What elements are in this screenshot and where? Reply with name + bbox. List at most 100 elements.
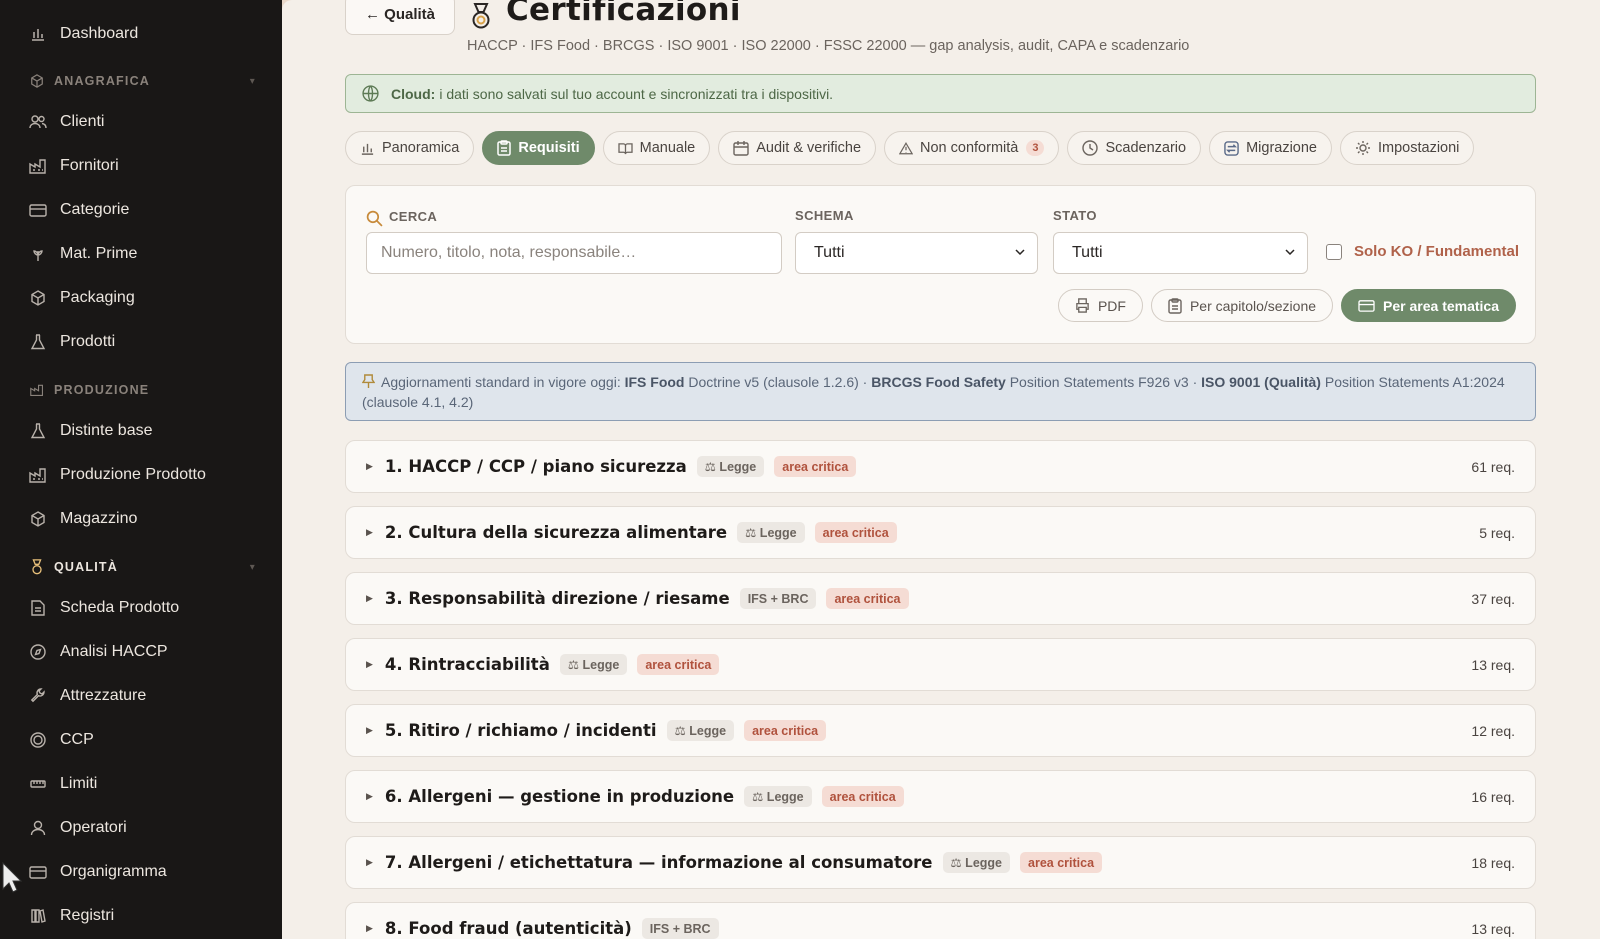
sidebar-item-ccp[interactable]: CCP xyxy=(28,726,94,754)
sidebar-item-label: Categorie xyxy=(60,201,130,218)
filter-panel: CERCA SCHEMA Tutti STATO Tutti Solo KO /… xyxy=(345,185,1536,344)
section-title: 7. Allergeni / etichettatura — informazi… xyxy=(384,853,933,872)
section-row[interactable]: ▶ 7. Allergeni / etichettatura — informa… xyxy=(345,836,1536,889)
sidebar-item-prodotti[interactable]: Prodotti xyxy=(28,328,115,356)
sidebar-item-organigramma[interactable]: Organigramma xyxy=(28,858,167,886)
tab-manuale[interactable]: Manuale xyxy=(602,131,711,165)
sidebar-item-attrezzature[interactable]: Attrezzature xyxy=(28,682,146,710)
sidebar-item-fornitori[interactable]: Fornitori xyxy=(28,152,119,180)
critical-tag: area critica xyxy=(1020,852,1103,873)
scope-tag: ⚖ Legge xyxy=(559,654,628,675)
section-row[interactable]: ▶ 2. Cultura della sicurezza alimentare … xyxy=(345,506,1536,559)
gear-icon xyxy=(1355,140,1371,156)
ruler-icon xyxy=(28,774,48,794)
critical-tag: area critica xyxy=(744,720,827,741)
book-icon xyxy=(617,142,633,155)
sidebar-item-dashboard[interactable]: Dashboard xyxy=(28,20,138,48)
sidebar-item-magazzino[interactable]: Magazzino xyxy=(28,505,137,533)
export-buttons: PDF Per capitolo/sezione Per area temati… xyxy=(1057,289,1516,322)
critical-tag: area critica xyxy=(826,588,909,609)
tab-label: Non conformità xyxy=(920,140,1019,156)
caret-right-icon[interactable]: ▶ xyxy=(366,461,373,472)
tab-impostazioni[interactable]: Impostazioni xyxy=(1340,131,1475,165)
sidebar-item-limiti[interactable]: Limiti xyxy=(28,770,97,798)
sidebar-item-label: Clienti xyxy=(60,113,105,130)
solo-ko-label: Solo KO / Fundamental xyxy=(1354,243,1520,260)
tab-non-conformita[interactable]: Non conformità 3 xyxy=(884,131,1060,165)
sidebar-item-clienti[interactable]: Clienti xyxy=(28,108,104,136)
caret-right-icon[interactable]: ▶ xyxy=(366,857,373,868)
notice-prefix: Aggiornamenti standard in vigore oggi: xyxy=(381,374,621,390)
sidebar-item-distinte-base[interactable]: Distinte base xyxy=(28,417,153,445)
sidebar-section-label: PRODUZIONE xyxy=(54,383,150,397)
sidebar-section-produzione[interactable]: PRODUZIONE xyxy=(28,379,256,401)
tab-label: Impostazioni xyxy=(1378,140,1460,156)
sidebar-item-mat-prime[interactable]: Mat. Prime xyxy=(28,240,137,268)
tab-audit[interactable]: Audit & verifiche xyxy=(718,131,877,165)
section-row[interactable]: ▶ 5. Ritiro / richiamo / incidenti ⚖ Leg… xyxy=(345,704,1536,757)
per-capitolo-button[interactable]: Per capitolo/sezione xyxy=(1150,289,1334,322)
sidebar-item-packaging[interactable]: Packaging xyxy=(28,284,135,312)
cloud-sync-banner: Cloud: i dati sono salvati sul tuo accou… xyxy=(345,74,1536,113)
sidebar-item-label: Operatori xyxy=(60,819,127,836)
solo-ko-checkbox[interactable]: Solo KO / Fundamental xyxy=(1326,243,1519,260)
chevron-down-icon: ▾ xyxy=(249,75,256,87)
search-label: CERCA xyxy=(366,206,437,227)
mouse-cursor-icon xyxy=(2,862,23,893)
section-title: 8. Food fraud (autenticità) xyxy=(384,919,632,938)
notice-brc-name: BRCGS Food Safety xyxy=(871,374,1006,390)
pdf-button[interactable]: PDF xyxy=(1057,289,1143,322)
globe-icon xyxy=(362,85,379,102)
users-icon xyxy=(28,112,48,132)
section-row[interactable]: ▶ 1. HACCP / CCP / piano sicurezza ⚖ Leg… xyxy=(345,440,1536,493)
caret-right-icon[interactable]: ▶ xyxy=(366,725,373,736)
critical-tag: area critica xyxy=(637,654,720,675)
sidebar-item-label: Registri xyxy=(60,907,115,924)
requirement-count: 18 req. xyxy=(1471,854,1515,871)
caret-right-icon[interactable]: ▶ xyxy=(366,527,373,538)
scope-tag: ⚖ Legge xyxy=(744,786,812,807)
sidebar-item-categorie[interactable]: Categorie xyxy=(28,196,129,224)
sidebar-item-produzione-prodotto[interactable]: Produzione Prodotto xyxy=(28,461,206,489)
wrench-icon xyxy=(28,686,48,706)
sidebar-section-label: QUALITÀ xyxy=(54,560,118,574)
per-capitolo-label: Per capitolo/sezione xyxy=(1189,297,1317,314)
schema-select[interactable]: Tutti xyxy=(795,232,1038,274)
checkbox-box[interactable] xyxy=(1326,243,1342,260)
section-row[interactable]: ▶ 6. Allergeni — gestione in produzione … xyxy=(345,770,1536,823)
caret-right-icon[interactable]: ▶ xyxy=(366,659,373,670)
notice-iso-name: ISO 9001 (Qualità) xyxy=(1201,374,1321,390)
notice-ifs-name: IFS Food xyxy=(624,374,685,390)
sidebar-item-operatori[interactable]: Operatori xyxy=(28,814,127,842)
section-title: 3. Responsabilità direzione / riesame xyxy=(384,589,730,608)
search-input[interactable] xyxy=(366,232,782,274)
stato-select[interactable]: Tutti xyxy=(1053,232,1308,274)
sidebar-item-scheda-prodotto[interactable]: Scheda Prodotto xyxy=(28,594,179,622)
sidebar-section-qualita[interactable]: QUALITÀ ▾ xyxy=(28,556,256,578)
section-row[interactable]: ▶ 3. Responsabilità direzione / riesame … xyxy=(345,572,1536,625)
tab-migrazione[interactable]: Migrazione xyxy=(1209,131,1332,165)
notice-ifs-text: Doctrine v5 (clausole 1.2.6) · xyxy=(688,374,868,390)
bar-chart-icon xyxy=(360,141,375,156)
scope-tag: ⚖ Legge xyxy=(942,852,1010,873)
tab-scadenzario[interactable]: Scadenzario xyxy=(1067,131,1202,165)
caret-right-icon[interactable]: ▶ xyxy=(366,923,373,934)
per-area-tematica-button[interactable]: Per area tematica xyxy=(1341,289,1516,322)
caret-right-icon[interactable]: ▶ xyxy=(366,791,373,802)
caret-right-icon[interactable]: ▶ xyxy=(366,593,373,604)
critical-tag: area critica xyxy=(821,786,904,807)
sidebar-item-analisi-haccp[interactable]: Analisi HACCP xyxy=(28,638,168,666)
section-row[interactable]: ▶ 8. Food fraud (autenticità) IFS + BRC … xyxy=(345,902,1536,939)
tab-panoramica[interactable]: Panoramica xyxy=(345,131,475,165)
clipboard-icon xyxy=(1168,297,1182,314)
factory-icon xyxy=(28,156,48,176)
sidebar-item-registri[interactable]: Registri xyxy=(28,902,114,930)
flask-icon xyxy=(28,332,48,352)
sidebar-item-label: CCP xyxy=(60,731,94,748)
section-row[interactable]: ▶ 4. Rintracciabilità ⚖ Legge area criti… xyxy=(345,638,1536,691)
sidebar-section-anagrafica[interactable]: ANAGRAFICA ▾ xyxy=(28,70,256,92)
back-to-qualita-button[interactable]: ← Qualità xyxy=(345,0,456,35)
target-icon xyxy=(28,730,48,750)
cloud-text: i dati sono salvati sul tuo account e si… xyxy=(439,85,834,102)
tab-requisiti[interactable]: Requisiti xyxy=(482,131,595,165)
